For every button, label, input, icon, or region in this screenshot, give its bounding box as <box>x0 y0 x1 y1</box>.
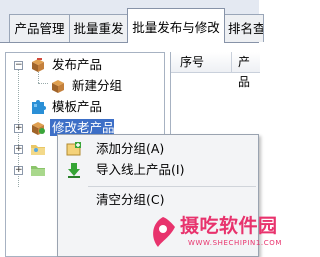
folder-icon <box>30 141 46 157</box>
box-icon <box>50 78 66 94</box>
tab-ranking[interactable]: 排名查 <box>224 14 264 42</box>
menu-item-label: 添加分组(A) <box>96 141 165 156</box>
tree-item-label: 发布产品 <box>52 57 103 72</box>
tab-batch-resend[interactable]: 批量重发 <box>69 14 128 42</box>
collapse-icon[interactable]: − <box>14 61 23 70</box>
tree-item-new-group[interactable]: 新建分组 <box>6 77 164 95</box>
list-header: 序号 产品 <box>171 52 260 89</box>
tree-item-label: 模板产品 <box>52 99 103 114</box>
tab-product-management[interactable]: 产品管理 <box>9 14 70 42</box>
menu-item-label: 导入线上产品(I) <box>96 162 185 177</box>
column-divider[interactable] <box>231 52 232 72</box>
tree-item-publish-products[interactable]: − 发布产品 <box>6 56 164 74</box>
expand-icon[interactable]: + <box>14 145 23 154</box>
tree-item-folder[interactable]: + <box>6 140 46 158</box>
watermark-url: WWW.SHECHIPIN1.COM <box>188 239 282 247</box>
tree-item-folder[interactable]: + <box>6 161 46 179</box>
import-arrow-icon <box>66 162 82 178</box>
tree-item-label: 新建分组 <box>72 78 123 93</box>
tab-strip: 产品管理 批量重发 批量发布与修改 排名查 <box>0 0 264 43</box>
folder-icon <box>30 162 46 178</box>
menu-separator <box>88 186 256 187</box>
menu-item-import-online[interactable]: 导入线上产品(I) <box>58 159 258 181</box>
watermark-logo-icon <box>148 215 178 249</box>
tab-batch-publish-modify[interactable]: 批量发布与修改 <box>127 8 225 43</box>
box-tools-icon <box>30 120 46 136</box>
watermark-text: 摄吃软件园 <box>180 215 278 237</box>
column-header-product[interactable]: 产品 <box>238 52 260 89</box>
menu-item-clear-group[interactable]: 清空分组(C) <box>58 189 258 211</box>
expand-icon[interactable]: + <box>14 124 23 133</box>
watermark: 摄吃软件园 WWW.SHECHIPIN1.COM <box>144 211 281 255</box>
column-header-index[interactable]: 序号 <box>180 52 204 72</box>
add-group-icon <box>66 141 82 157</box>
menu-item-add-group[interactable]: 添加分组(A) <box>58 138 258 160</box>
box-icon <box>30 57 46 73</box>
menu-item-label: 清空分组(C) <box>96 192 165 207</box>
expand-icon[interactable]: + <box>14 166 23 175</box>
puzzle-icon <box>30 99 46 115</box>
tree-item-template-products[interactable]: 模板产品 <box>6 98 164 116</box>
